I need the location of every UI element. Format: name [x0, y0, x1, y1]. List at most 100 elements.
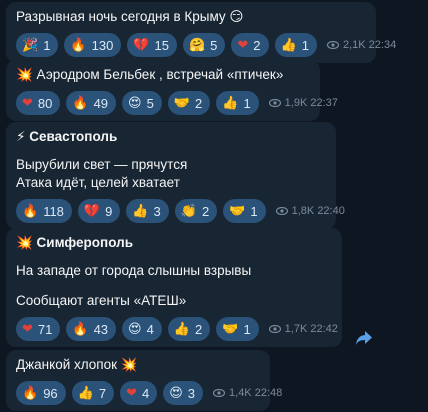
message-text: Джанкой хлопок 💥 — [16, 357, 138, 372]
message-text: Вырубили свет — прячутся — [16, 157, 188, 172]
reaction-count: 5 — [210, 37, 218, 53]
message-bubble[interactable]: 💥 Аэродром Бельбек , встречай «птичек» ❤… — [6, 60, 338, 121]
reaction-count: 1 — [243, 321, 251, 337]
reaction-thumbs-up[interactable]: 👍 1 — [274, 33, 317, 57]
reaction-heart[interactable]: ❤ 71 — [16, 317, 61, 341]
reaction-count: 9 — [105, 203, 113, 219]
reaction-thumbs-up[interactable]: 👍 2 — [167, 317, 211, 341]
message-time: 22:37 — [310, 97, 338, 109]
message-text: 💥 Аэродром Бельбек , встречай «птичек» — [16, 67, 284, 82]
reaction-heart-eyes[interactable]: 😍 4 — [122, 317, 162, 341]
views-eye-icon — [275, 207, 288, 215]
reaction-thumbs-up[interactable]: 👍 3 — [126, 199, 169, 223]
hug-icon: 🤗 — [188, 37, 206, 53]
reactions-row: 🎉 1 🔥 130 💔 15 🤗 5 ❤ 2 👍 1 2,1K 22:34 — [16, 33, 396, 57]
message-meta: 1,9K 22:37 — [268, 97, 338, 109]
reaction-count: 71 — [37, 321, 53, 337]
share-forward-button[interactable] — [352, 326, 376, 350]
views-eye-icon — [213, 389, 226, 397]
reaction-thumbs-up[interactable]: 👍 7 — [71, 381, 115, 405]
message-meta: 2,1K 22:34 — [326, 39, 397, 51]
reaction-count: 2 — [195, 321, 203, 337]
reaction-thumbs-up[interactable]: 👍 1 — [216, 91, 259, 115]
reaction-count: 15 — [154, 37, 169, 53]
fire-icon: 🔥 — [70, 37, 87, 53]
reaction-fire[interactable]: 🔥 49 — [66, 91, 117, 115]
reactions-row: ❤ 71 🔥 43 😍 4 👍 2 🤝 1 1,7K 22:42 — [16, 317, 338, 341]
heart-eyes-icon: 😍 — [169, 385, 183, 401]
thumbs-up-icon: 👍 — [77, 385, 94, 401]
reaction-fire[interactable]: 🔥 96 — [16, 381, 66, 405]
fire-icon: 🔥 — [22, 385, 39, 401]
reactions-row: 🔥 96 👍 7 ❤ 4 😍 3 1,4K 22:48 — [16, 381, 282, 405]
thumbs-up-icon: 👍 — [222, 95, 239, 111]
reaction-count: 2 — [253, 37, 261, 53]
message-text: Атака идёт, целей хватает — [16, 175, 180, 190]
thumbs-up-icon: 👍 — [280, 37, 297, 53]
reaction-broken-heart[interactable]: 💔 9 — [77, 199, 121, 223]
heart-eyes-icon: 😍 — [128, 95, 142, 111]
reaction-heart[interactable]: ❤ 4 — [120, 381, 158, 405]
handshake-icon: 🤝 — [173, 95, 191, 111]
heart-icon: ❤ — [126, 385, 137, 401]
reaction-handshake[interactable]: 🤝 1 — [223, 199, 266, 223]
party-icon: 🎉 — [22, 37, 39, 53]
broken-heart-icon: 💔 — [83, 203, 101, 219]
share-forward-icon — [356, 331, 372, 345]
reactions-row: ❤ 80 🔥 49 😍 5 🤝 2 👍 1 1,9K 22:37 — [16, 91, 338, 115]
message-text: На западе от города слышны взрывы — [16, 263, 252, 278]
reaction-count: 43 — [93, 321, 109, 337]
reactions-row: 🔥 118 💔 9 👍 3 👏 2 🤝 1 1,8K 22:40 — [16, 199, 345, 223]
handshake-icon: 🤝 — [229, 203, 246, 219]
reaction-heart-eyes[interactable]: 😍 3 — [163, 381, 204, 405]
thumbs-up-icon: 👍 — [173, 321, 191, 337]
message-text: Разрывная ночь сегодня в Крыму 😏 — [16, 9, 244, 24]
reaction-broken-heart[interactable]: 💔 15 — [127, 33, 177, 57]
reaction-count: 4 — [141, 385, 150, 401]
reaction-count: 1 — [243, 95, 251, 111]
heart-eyes-icon: 😍 — [128, 321, 142, 337]
reaction-handshake[interactable]: 🤝 2 — [167, 91, 211, 115]
reaction-handshake[interactable]: 🤝 1 — [216, 317, 259, 341]
views-count: 2,1K — [342, 39, 366, 51]
reaction-count: 4 — [146, 321, 154, 337]
broken-heart-icon: 💔 — [133, 37, 150, 53]
views-eye-icon — [268, 325, 281, 333]
clap-icon: 👏 — [180, 203, 197, 219]
reaction-count: 5 — [146, 95, 154, 111]
views-count: 1,8K — [291, 205, 315, 217]
message-bubble[interactable]: Разрывная ночь сегодня в Крыму 😏 🎉 1 🔥 130… — [6, 2, 396, 63]
handshake-icon: 🤝 — [222, 321, 239, 337]
message-bubble[interactable]: ⚡ Севастополь Вырубили свет — прячутся А… — [6, 122, 345, 229]
reaction-count: 96 — [43, 385, 58, 401]
fire-icon: 🔥 — [22, 203, 39, 219]
reaction-heart[interactable]: ❤ 80 — [16, 91, 61, 115]
reaction-fire[interactable]: 🔥 118 — [16, 199, 72, 223]
message-bubble[interactable]: 💥 Симферополь На западе от города слышны… — [6, 228, 342, 347]
views-eye-icon — [326, 41, 339, 49]
thumbs-up-icon: 👍 — [132, 203, 149, 219]
message-meta: 1,7K 22:42 — [268, 323, 338, 335]
reaction-count: 2 — [201, 203, 210, 219]
message-text-spacer — [16, 280, 332, 292]
message-meta: 1,4K 22:48 — [213, 387, 282, 399]
reaction-heart[interactable]: ❤ 2 — [231, 33, 269, 57]
message-title: 💥 Симферополь — [16, 235, 133, 250]
reaction-count: 7 — [98, 385, 107, 401]
message-meta: 1,8K 22:40 — [275, 205, 345, 217]
views-count: 1,4K — [229, 387, 252, 399]
views-eye-icon — [268, 99, 281, 107]
reaction-fire[interactable]: 🔥 43 — [66, 317, 117, 341]
reaction-clap[interactable]: 👏 2 — [174, 199, 218, 223]
message-time: 22:34 — [368, 39, 397, 51]
reaction-count: 49 — [93, 95, 109, 111]
reaction-party[interactable]: 🎉 1 — [16, 33, 59, 57]
heart-icon: ❤ — [22, 95, 33, 111]
message-bubble[interactable]: Джанкой хлопок 💥 🔥 96 👍 7 ❤ 4 😍 3 1,4K 22:48 — [6, 350, 282, 411]
message-time: 22:42 — [310, 323, 338, 335]
reaction-heart-eyes[interactable]: 😍 5 — [122, 91, 162, 115]
reaction-count: 3 — [153, 203, 161, 219]
reaction-fire[interactable]: 🔥 130 — [64, 33, 122, 57]
heart-icon: ❤ — [237, 37, 249, 53]
reaction-hug[interactable]: 🤗 5 — [182, 33, 226, 57]
